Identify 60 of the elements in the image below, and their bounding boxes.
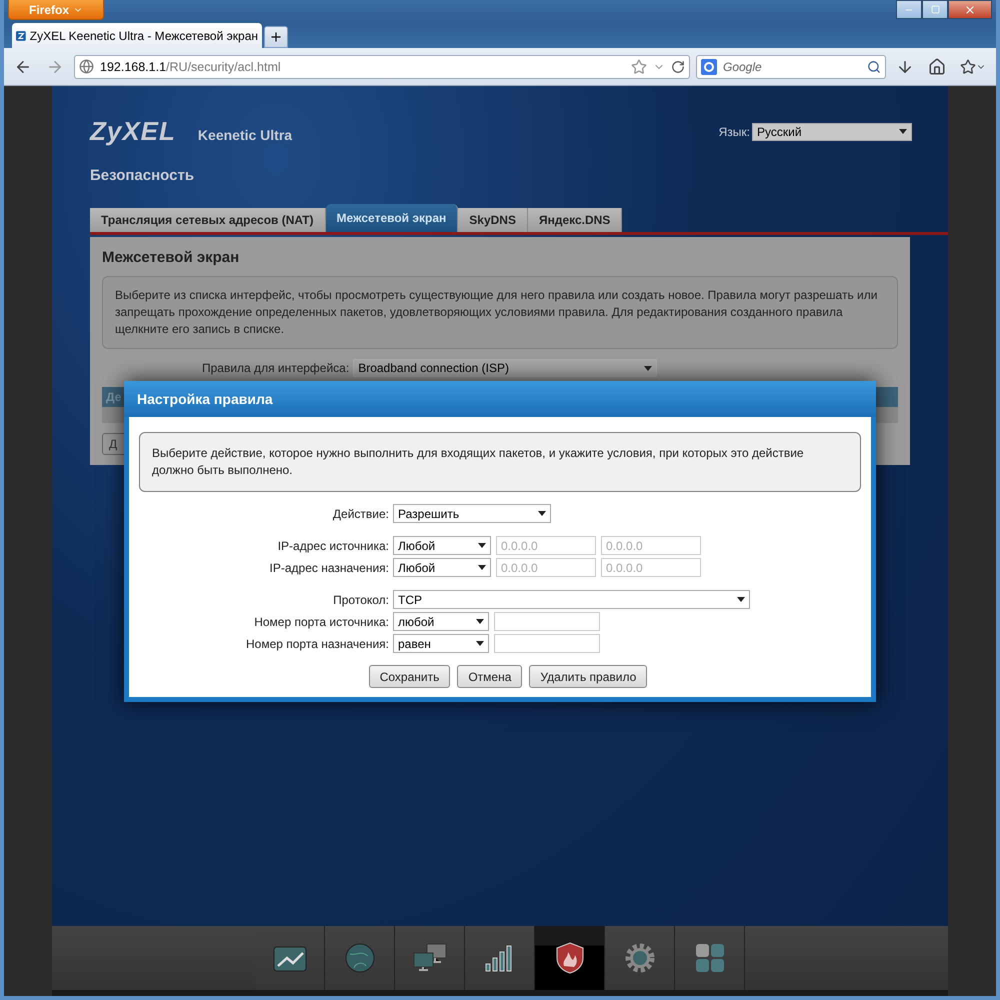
dialog-info-text: Выберите действие, которое нужно выполнить для входящих пакетов, и укажите условия, при которых это действие должно быть выполнено. <box>139 432 861 492</box>
port-input[interactable] <box>494 612 600 631</box>
caret-icon <box>737 597 745 602</box>
maximize-icon <box>930 5 940 14</box>
protocol-select[interactable]: TCP <box>393 590 750 609</box>
interface-label: Правила для интерфейса: <box>202 361 350 375</box>
caret-icon <box>899 129 907 134</box>
logo: ZyXEL <box>90 116 176 147</box>
dialog-button[interactable]: Удалить правило <box>529 665 648 688</box>
port-condition-select[interactable]: любой <box>393 612 489 631</box>
caret-icon <box>476 619 484 624</box>
reload-icon[interactable] <box>671 60 685 74</box>
search-engine-icon <box>701 58 717 74</box>
interface-select[interactable]: Broadband connection (ISP) <box>353 359 658 377</box>
dialog-button[interactable]: Отмена <box>457 665 522 688</box>
url-text: 192.168.1.1/RU/security/acl.html <box>100 60 282 74</box>
tab[interactable]: SkyDNS <box>458 208 528 232</box>
action-select[interactable]: Разрешить <box>393 504 551 523</box>
address-type-select[interactable]: Любой <box>393 558 491 577</box>
product-name: Keenetic Ultra <box>198 127 292 143</box>
new-tab-button[interactable] <box>264 26 288 48</box>
info-text: Выберите из списка интерфейс, чтобы просмотреть существующие для него правила или создать новое. Правила могут разрешать или запрещать прохождение определенных пакетов, удовлетворяющих условиями правила. Для редактирования созданного правила щелкните его запись в списке. <box>102 276 898 349</box>
port-input[interactable] <box>494 634 600 653</box>
nav-item[interactable] <box>535 926 605 990</box>
address-type-select[interactable]: Любой <box>393 536 491 555</box>
plus-icon <box>269 30 283 44</box>
bookmark-star-icon[interactable] <box>631 58 647 74</box>
section-title: Безопасность <box>89 166 196 184</box>
field-label: IP-адрес источника: <box>278 538 389 552</box>
language-select[interactable]: Русский <box>752 122 912 140</box>
caret-icon <box>476 641 484 646</box>
field-label: Действие: <box>332 506 389 520</box>
caret-icon <box>538 511 546 516</box>
maximize-button[interactable] <box>922 0 948 19</box>
tab[interactable]: Межсетевой экран <box>326 204 458 232</box>
caret-icon <box>478 565 486 570</box>
panel-title: Межсетевой экран <box>102 249 240 266</box>
home-icon <box>928 58 946 76</box>
minimize-button[interactable] <box>896 0 922 19</box>
address-bar[interactable]: 192.168.1.1/RU/security/acl.html <box>74 54 690 78</box>
tab[interactable]: Яндекс.DNS <box>528 208 622 232</box>
port-condition-select[interactable]: равен <box>393 634 489 653</box>
search-field[interactable]: Google <box>696 54 886 78</box>
close-button[interactable] <box>948 0 992 19</box>
field-label: Протокол: <box>333 592 389 606</box>
caret-icon <box>644 366 652 370</box>
close-icon <box>964 4 976 16</box>
language-label: Язык: <box>718 124 750 138</box>
globe-icon <box>79 59 94 74</box>
star-icon <box>960 58 976 74</box>
field-label: IP-адрес назначения: <box>270 560 389 574</box>
browser-tab[interactable]: ZyXEL Keenetic Ultra - Межсетевой экран <box>12 23 262 48</box>
dialog-button[interactable]: Сохранить <box>368 665 450 688</box>
search-icon[interactable] <box>867 60 881 74</box>
caret-icon <box>478 543 486 548</box>
field-label: Номер порта назначения: <box>246 636 389 650</box>
dialog-title: Настройка правила <box>124 381 876 417</box>
field-label: Номер порта источника: <box>254 614 389 628</box>
tab[interactable]: Трансляция сетевых адресов (NAT) <box>90 208 326 232</box>
computers-icon <box>412 942 448 974</box>
